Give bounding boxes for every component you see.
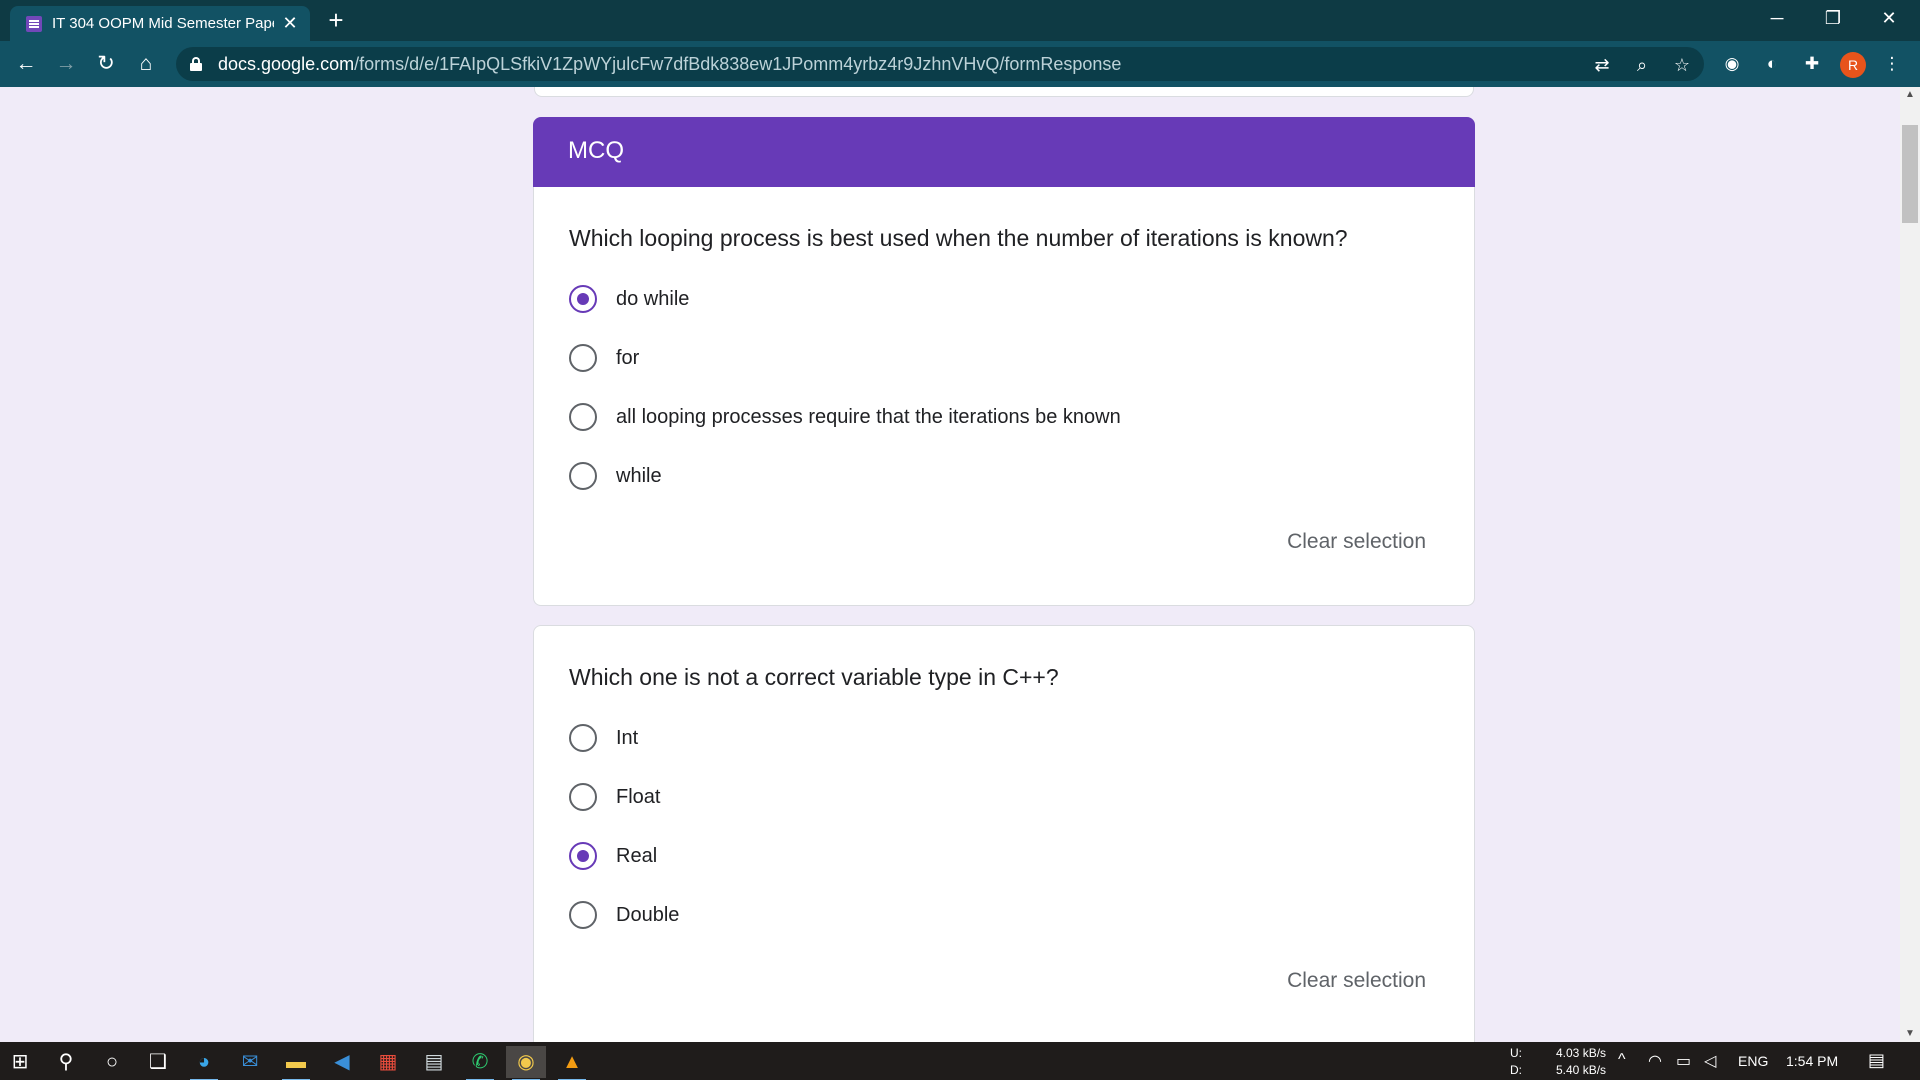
radio-button[interactable] <box>569 724 597 752</box>
mail-icon[interactable]: ✉ <box>230 1046 270 1078</box>
option-double[interactable]: Double <box>569 899 679 931</box>
previous-card-edge <box>534 87 1474 97</box>
whatsapp-icon[interactable]: ✆ <box>460 1046 500 1080</box>
profile-avatar[interactable]: R <box>1840 52 1866 78</box>
page-viewport: MCQ Which looping process is best used w… <box>0 87 1900 1042</box>
question-text: Which looping process is best used when … <box>569 225 1348 251</box>
file-explorer-icon[interactable]: ▬ <box>276 1046 316 1080</box>
close-window-button[interactable]: ✕ <box>1862 0 1916 36</box>
browser-tab-strip: IT 304 OOPM Mid Semester Paper ✕ + ─ ❐ ✕ <box>0 0 1920 41</box>
net-upload-speed: 4.03 kB/s <box>1556 1046 1607 1060</box>
section-header: MCQ <box>533 117 1475 187</box>
input-language[interactable]: ENG <box>1738 1053 1768 1069</box>
option-label: Double <box>616 903 680 926</box>
radio-button-selected[interactable] <box>569 285 597 313</box>
option-label: all looping processes require that the i… <box>616 405 1121 428</box>
windows-taskbar: ⊞ ⚲ ○ ❑ ◕ ✉ ▬ ◀ ▦ ▤ ✆ ◉ ▲ U: D: 4.03 kB/… <box>0 1042 1920 1080</box>
vlc-icon[interactable]: ▲ <box>552 1046 592 1080</box>
scrollbar-thumb[interactable] <box>1902 125 1918 223</box>
extensions-puzzle-icon[interactable]: ✚ <box>1800 52 1824 76</box>
edge-browser-icon[interactable]: ◕ <box>184 1046 224 1080</box>
clear-selection-button[interactable]: Clear selection <box>1287 969 1426 993</box>
grammar-extension-icon[interactable]: ◐ <box>1760 52 1784 76</box>
vscode-icon[interactable]: ◀ <box>322 1046 362 1078</box>
new-tab-button[interactable]: + <box>322 6 350 34</box>
battery-icon[interactable]: ▭ <box>1676 1051 1691 1071</box>
net-upload-label: U: <box>1510 1046 1522 1060</box>
option-label: Real <box>616 844 658 867</box>
option-int[interactable]: Int <box>569 722 638 754</box>
option-label: do while <box>616 287 690 310</box>
browser-toolbar: ← → ↻ ⌂ docs.google.com/forms/d/e/1FAIpQ… <box>0 41 1920 87</box>
google-forms-favicon-icon <box>26 15 42 32</box>
option-label: Int <box>616 726 639 749</box>
chrome-icon[interactable]: ◉ <box>506 1046 546 1080</box>
cortana-icon[interactable]: ○ <box>92 1046 132 1078</box>
search-icon[interactable]: ⚲ <box>46 1046 86 1078</box>
wifi-icon[interactable]: ◠ <box>1648 1051 1662 1071</box>
extension-icon[interactable]: ◉ <box>1720 52 1744 76</box>
document-app-icon[interactable]: ▤ <box>414 1046 454 1078</box>
option-real[interactable]: Real <box>569 840 657 872</box>
zoom-icon[interactable]: ⌕ <box>1630 55 1654 75</box>
action-center-icon[interactable]: ▤ <box>1868 1050 1885 1071</box>
forward-arrow-icon[interactable]: → <box>52 50 80 78</box>
bookmark-star-icon[interactable]: ☆ <box>1670 55 1694 75</box>
minimize-button[interactable]: ─ <box>1750 0 1804 36</box>
translate-icon[interactable]: ⇄ <box>1590 55 1614 75</box>
question-card-2: Which one is not a correct variable type… <box>533 625 1475 1042</box>
radio-button[interactable] <box>569 783 597 811</box>
back-arrow-icon[interactable]: ← <box>12 50 40 78</box>
tab-close-icon[interactable]: ✕ <box>280 13 300 34</box>
section-title: MCQ <box>568 137 624 164</box>
radio-button[interactable] <box>569 901 597 929</box>
tab-title: IT 304 OOPM Mid Semester Paper <box>52 15 274 32</box>
radio-button[interactable] <box>569 344 597 372</box>
clock-time[interactable]: 1:54 PM <box>1786 1053 1838 1069</box>
option-label: while <box>616 464 662 487</box>
page-scrollbar[interactable]: ▲ ▼ <box>1900 87 1920 1042</box>
clear-selection-button[interactable]: Clear selection <box>1287 530 1426 554</box>
net-download-label: D: <box>1510 1063 1522 1077</box>
scroll-down-arrow-icon[interactable]: ▼ <box>1900 1026 1920 1042</box>
radio-button[interactable] <box>569 403 597 431</box>
option-for[interactable]: for <box>569 342 639 374</box>
windows-start-icon[interactable]: ⊞ <box>0 1046 40 1078</box>
volume-icon[interactable]: ◁ <box>1704 1051 1716 1071</box>
option-label: Float <box>616 785 661 808</box>
url-text: docs.google.com/forms/d/e/1FAIpQLSfkiV1Z… <box>218 53 1122 74</box>
store-app-icon[interactable]: ▦ <box>368 1046 408 1078</box>
browser-tab[interactable]: IT 304 OOPM Mid Semester Paper ✕ <box>10 6 310 41</box>
home-icon[interactable]: ⌂ <box>132 50 160 78</box>
address-bar[interactable]: docs.google.com/forms/d/e/1FAIpQLSfkiV1Z… <box>176 47 1704 81</box>
task-view-icon[interactable]: ❑ <box>138 1046 178 1078</box>
question-card-1: Which looping process is best used when … <box>533 187 1475 606</box>
lock-icon <box>190 57 202 71</box>
option-all-looping[interactable]: all looping processes require that the i… <box>569 401 1121 433</box>
restore-button[interactable]: ❐ <box>1806 0 1860 36</box>
scroll-up-arrow-icon[interactable]: ▲ <box>1900 87 1920 103</box>
show-hidden-icons-icon[interactable]: ^ <box>1618 1051 1626 1069</box>
reload-icon[interactable]: ↻ <box>92 50 120 78</box>
option-label: for <box>616 346 640 369</box>
question-text: Which one is not a correct variable type… <box>569 664 1059 690</box>
radio-button-selected[interactable] <box>569 842 597 870</box>
option-while[interactable]: while <box>569 460 662 492</box>
option-float[interactable]: Float <box>569 781 660 813</box>
option-do-while[interactable]: do while <box>569 283 689 315</box>
browser-menu-icon[interactable]: ⋮ <box>1880 52 1904 76</box>
net-download-speed: 5.40 kB/s <box>1556 1063 1607 1077</box>
radio-button[interactable] <box>569 462 597 490</box>
